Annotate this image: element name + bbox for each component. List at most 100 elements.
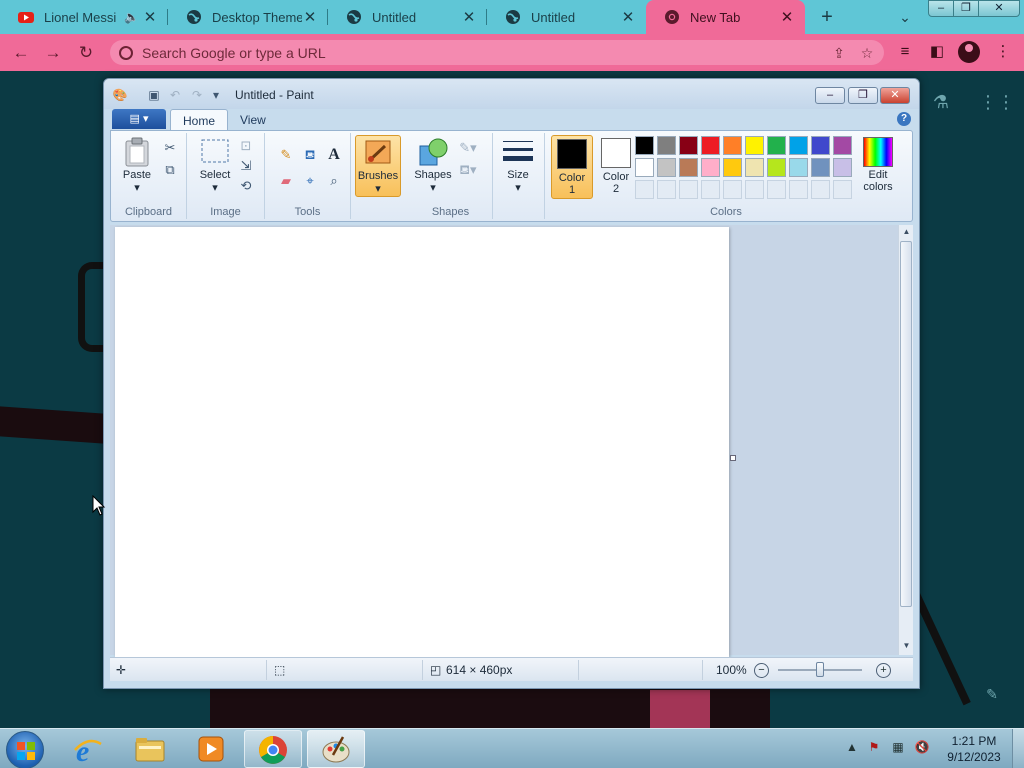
size-button[interactable]: Size ▾ xyxy=(496,135,540,201)
palette-color-swatch[interactable] xyxy=(657,136,676,155)
zoom-out-button[interactable]: − xyxy=(754,663,769,678)
tab-search-chevron-icon[interactable]: ⌄ xyxy=(893,5,917,29)
tab-home[interactable]: Home xyxy=(170,109,229,131)
palette-custom-slot[interactable] xyxy=(679,180,698,199)
new-tab-button[interactable]: + xyxy=(815,5,839,29)
palette-color-swatch[interactable] xyxy=(767,136,786,155)
redo-icon[interactable]: ↷ xyxy=(189,87,205,103)
palette-color-swatch[interactable] xyxy=(833,158,852,177)
palette-color-swatch[interactable] xyxy=(789,158,808,177)
browser-tab[interactable]: Untitled ✕ xyxy=(328,0,487,34)
fill-bucket-icon[interactable]: ⛾ xyxy=(301,146,319,164)
zoom-slider-thumb[interactable] xyxy=(816,662,824,677)
palette-custom-slot[interactable] xyxy=(767,180,786,199)
pencil-icon[interactable]: ✎ xyxy=(277,146,295,164)
back-arrow-icon[interactable]: ← xyxy=(8,41,34,65)
start-button[interactable] xyxy=(6,731,44,768)
palette-color-swatch[interactable] xyxy=(745,158,764,177)
palette-custom-slot[interactable] xyxy=(723,180,742,199)
quick-access-dropdown-icon[interactable]: ▾ xyxy=(208,87,224,103)
scrollbar-thumb[interactable] xyxy=(900,241,912,607)
paint-minimize-button[interactable]: – xyxy=(815,87,845,104)
tab-close-icon[interactable]: ✕ xyxy=(779,8,795,26)
speaker-muted-icon[interactable]: 🔈 xyxy=(124,10,142,24)
window-maximize-button[interactable]: ❐ xyxy=(953,0,979,17)
palette-color-swatch[interactable] xyxy=(635,158,654,177)
reading-list-icon[interactable]: ≡ xyxy=(894,42,916,62)
canvas-resize-handle[interactable] xyxy=(730,455,736,461)
palette-color-swatch[interactable] xyxy=(679,158,698,177)
show-hidden-icons-chevron-icon[interactable]: ▲ xyxy=(844,739,860,755)
chrome-menu-icon[interactable]: ⋮ xyxy=(992,42,1014,62)
volume-muted-icon[interactable]: 🔇 xyxy=(914,739,930,755)
palette-color-swatch[interactable] xyxy=(811,136,830,155)
color2-button[interactable]: Color 2 xyxy=(595,135,637,199)
paint-title-bar[interactable]: 🎨 ▣ ↶ ↷ ▾ Untitled - Paint – ❐ ✕ xyxy=(104,79,919,109)
palette-color-swatch[interactable] xyxy=(701,136,720,155)
file-explorer-button[interactable] xyxy=(122,730,180,768)
copy-icon[interactable]: ⧉ xyxy=(161,161,179,179)
address-bar[interactable]: Search Google or type a URL ⇪ ☆ xyxy=(110,40,884,65)
palette-color-swatch[interactable] xyxy=(723,158,742,177)
palette-custom-slot[interactable] xyxy=(657,180,676,199)
tab-close-icon[interactable]: ✕ xyxy=(461,8,477,26)
crop-icon[interactable]: ⊡ xyxy=(237,137,255,155)
browser-tab[interactable]: Lionel Messi 🔈 ✕ xyxy=(0,0,168,34)
media-player-button[interactable] xyxy=(183,730,241,768)
palette-color-swatch[interactable] xyxy=(789,136,808,155)
paint-app-icon[interactable]: 🎨 xyxy=(112,87,128,103)
internet-explorer-button[interactable]: e xyxy=(60,730,118,768)
palette-color-swatch[interactable] xyxy=(833,136,852,155)
tab-view[interactable]: View xyxy=(228,109,278,131)
side-panel-icon[interactable]: ◧ xyxy=(926,42,948,62)
brushes-button[interactable]: Brushes ▾ xyxy=(355,135,401,197)
labs-flask-icon[interactable]: ⚗ xyxy=(930,92,952,114)
window-close-button[interactable]: ✕ xyxy=(978,0,1020,17)
bookmark-star-icon[interactable]: ☆ xyxy=(856,42,878,64)
paste-button[interactable]: Paste ▾ xyxy=(115,135,159,201)
text-tool-icon[interactable]: A xyxy=(325,146,343,164)
action-center-flag-icon[interactable]: ⚑ xyxy=(866,739,882,755)
palette-custom-slot[interactable] xyxy=(745,180,764,199)
edit-colors-button[interactable]: Edit colors xyxy=(855,135,901,201)
magnifier-icon[interactable]: ⌕ xyxy=(325,172,343,190)
palette-color-swatch[interactable] xyxy=(767,158,786,177)
paint-close-button[interactable]: ✕ xyxy=(880,87,910,104)
help-icon[interactable]: ? xyxy=(897,112,911,126)
palette-custom-slot[interactable] xyxy=(635,180,654,199)
undo-icon[interactable]: ↶ xyxy=(167,87,183,103)
tab-close-icon[interactable]: ✕ xyxy=(302,8,318,26)
window-minimize-button[interactable]: – xyxy=(928,0,954,17)
browser-tab[interactable]: Untitled ✕ xyxy=(487,0,646,34)
palette-custom-slot[interactable] xyxy=(811,180,830,199)
share-icon[interactable]: ⇪ xyxy=(828,42,850,64)
palette-custom-slot[interactable] xyxy=(701,180,720,199)
rotate-icon[interactable]: ⟲ xyxy=(237,177,255,195)
system-clock[interactable]: 1:21 PM 9/12/2023 xyxy=(940,733,1008,765)
fill-icon[interactable]: ⛾▾ xyxy=(459,161,477,179)
color-picker-icon[interactable]: ⌖ xyxy=(301,172,319,190)
palette-color-swatch[interactable] xyxy=(679,136,698,155)
palette-color-swatch[interactable] xyxy=(657,158,676,177)
palette-color-swatch[interactable] xyxy=(635,136,654,155)
tab-close-icon[interactable]: ✕ xyxy=(620,8,636,26)
paint-restore-button[interactable]: ❐ xyxy=(848,87,878,104)
drawing-canvas[interactable] xyxy=(115,227,729,657)
palette-color-swatch[interactable] xyxy=(745,136,764,155)
save-icon[interactable]: ▣ xyxy=(146,87,162,103)
paint-taskbar-button[interactable] xyxy=(307,730,365,768)
color1-button[interactable]: Color 1 xyxy=(551,135,593,199)
zoom-in-button[interactable]: + xyxy=(876,663,891,678)
resize-icon[interactable]: ⇲ xyxy=(237,157,255,175)
palette-custom-slot[interactable] xyxy=(789,180,808,199)
tab-close-icon[interactable]: ✕ xyxy=(142,8,158,26)
chrome-taskbar-button[interactable] xyxy=(244,730,302,768)
shapes-button[interactable]: Shapes ▾ xyxy=(411,135,455,201)
google-apps-icon[interactable]: ⋮⋮ xyxy=(979,92,1015,114)
palette-color-swatch[interactable] xyxy=(723,136,742,155)
cut-scissors-icon[interactable]: ✂ xyxy=(161,139,179,157)
browser-tab[interactable]: Desktop Themes ✕ xyxy=(168,0,328,34)
show-desktop-button[interactable] xyxy=(1012,729,1024,768)
eraser-icon[interactable]: ▰ xyxy=(277,172,295,190)
palette-color-swatch[interactable] xyxy=(811,158,830,177)
